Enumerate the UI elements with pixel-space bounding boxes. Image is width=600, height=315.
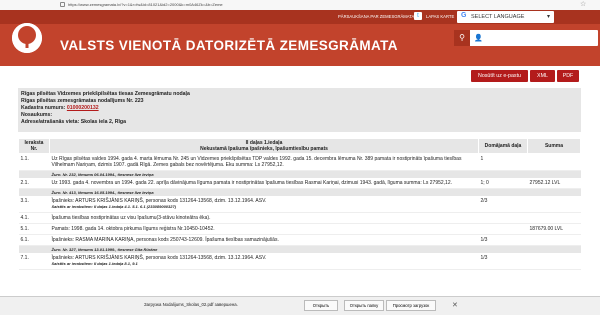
open-folder-button[interactable]: Открыть папку [344,300,384,311]
row-text: Pamats: 1998. gada 14. oktobra pirkuma l… [49,223,479,235]
row-text: Uz 1993. gada 4. novembra un 1994. gada … [49,178,479,189]
name-label: Nosaukums: [21,112,53,118]
row-share: 1; 0 [478,178,528,189]
row-note: Saistīts ar ierakstiem: II daļas 1.iedaļ… [51,204,177,209]
table-row: 7.1. Īpašnieks: ARTURS KRIŠJĀNIS KARIŅŠ, … [18,253,581,270]
star-icon[interactable]: ☆ [580,0,586,8]
row-nr: 3.1. [18,196,50,213]
row-nr: 5.1. [18,223,50,235]
row-sum [527,212,581,224]
cadastre-number-link[interactable]: 01000200132 [67,105,99,111]
row-share [478,212,528,224]
table-row: 6.1. Īpašnieks: RASMA MARINA KARIŅA, pers… [18,234,581,246]
court-name: Rīgas pilsētas Vidzemes priekšpilsētas t… [21,91,190,97]
search-box[interactable]: ⚲ 👤 [454,30,598,46]
table-row: 1.1. Uz Rīgas pilsētas valdes 1994. gada … [18,153,581,171]
tree-logo-icon[interactable] [12,23,42,53]
row-text: Īpašnieks: ARTURS KRIŠJĀNIS KARIŅŠ, pers… [49,253,479,270]
table-row: 4.1. Īpašuma tiesības nostiprinātas uz vi… [18,212,581,224]
site-map-link[interactable]: LAPAS KARTE [426,14,454,19]
column-header-sum: Summa [527,138,581,154]
close-icon[interactable]: ✕ [452,301,458,309]
lock-icon [60,2,65,7]
sub-row-text: Žurn. Nr. 232, lēmums 06.04.1994., tiesn… [49,170,581,178]
row-sum [527,253,581,270]
row-nr: 7.1. [18,253,50,270]
row-nr: 4.1. [18,212,50,224]
row-sum [527,234,581,246]
table-sub-row: Žurn. Nr. 327, lēmums 13.01.1999., tiesn… [18,245,581,253]
column-header-part: II daļas 1.iedaļa Nekustamā īpašuma īpaš… [49,138,479,154]
row-sum: 27952.12 LVL [527,178,581,189]
view-downloads-button[interactable]: Просмотр загрузок [386,300,436,311]
section-number: Rīgas pilsētas zemesgrāmatas nodalījums … [21,98,144,104]
row-sum: 187679.00 LVL [527,223,581,235]
row-text: Uz Rīgas pilsētas valdes 1994. gada 4. m… [49,153,479,171]
site-title: VALSTS VIENOTĀ DATORIZĒTĀ ZEMESGRĀMATA [60,38,398,53]
part-subtitle: Nekustamā īpašuma īpašnieks, īpašumtiesī… [200,146,328,152]
row-share [478,223,528,235]
row-sum [527,153,581,171]
search-icon[interactable]: ⚲ [454,30,470,46]
chevron-down-icon: ▾ [546,14,550,20]
table-row: 3.1. Īpašnieks: ARTURS KRIŠJĀNIS KARIŅŠ, … [18,196,581,213]
row-note: Saistīts ar ierakstiem: II daļas 1.iedaļ… [51,261,138,266]
sub-row-text: Žurn. Nr. 327, lēmums 13.01.1999., tiesn… [49,245,581,253]
pdf-button[interactable]: PDF [557,70,579,82]
sub-row-text: Žurn. Nr. 413, lēmums 16.05.1994., tiesn… [49,188,581,196]
row-sum [527,196,581,213]
top-link[interactable]: PĀRSAUKŠANA PAR ZEMESGRĀMATA.LV [338,14,420,19]
open-button[interactable]: Открыть [304,300,338,311]
property-info-box: Rīgas pilsētas Vidzemes priekšpilsētas t… [18,88,581,132]
google-icon: G [461,12,467,19]
cadastre-label: Kadastra numurs: [21,105,66,111]
row-share: 1/3 [478,234,528,246]
ownership-table: Ieraksta Nr. II daļas 1.iedaļa Nekustamā… [18,138,581,270]
row-share: 1 [478,153,528,171]
xml-button[interactable]: XML [530,70,555,82]
table-sub-row: Žurn. Nr. 413, lēmums 16.05.1994., tiesn… [18,188,581,196]
user-icon[interactable]: 👤 [474,34,483,42]
download-message: Загрузка Nodalijums_Skolas_02.pdf заверш… [144,302,238,307]
address-label: Adrese/atrašanās vieta: Skolas iela 2, R… [21,119,126,125]
url-text[interactable]: https://www.zemesgramata.lv/?v=1&r=fw&id… [68,2,223,7]
row-nr: 1.1. [18,153,50,171]
download-bar: Загрузка Nodalijums_Skolas_02.pdf заверш… [0,296,600,315]
table-row: 5.1. Pamats: 1998. gada 14. oktobra pirku… [18,223,581,235]
language-select[interactable]: G SELECT LANGUAGE ▾ [457,11,554,23]
table-sub-row: Žurn. Nr. 232, lēmums 06.04.1994., tiesn… [18,170,581,178]
row-text: Īpašnieks: ARTURS KRIŠJĀNIS KARIŅŠ, pers… [49,196,479,213]
row-nr: 6.1. [18,234,50,246]
row-text: Īpašnieks: RASMA MARINA KARIŅA, personas… [49,234,479,246]
column-header-share: Domājamā daļa [478,138,528,154]
table-row: 2.1. Uz 1993. gada 4. novembra un 1994. g… [18,178,581,189]
site-header: PĀRSAUKŠANA PAR ZEMESGRĀMATA.LV t LAPAS … [0,10,600,66]
row-nr: 2.1. [18,178,50,189]
row-text: Īpašuma tiesības nostiprinātas uz visu ī… [49,212,479,224]
row-share: 2/3 [478,196,528,213]
twitter-icon[interactable]: t [414,12,422,20]
column-header-nr: Ieraksta Nr. [18,138,50,154]
email-button[interactable]: Nosūtīt uz e-pastu [471,70,528,82]
row-share: 1/3 [478,253,528,270]
table-body: 1.1. Uz Rīgas pilsētas valdes 1994. gada … [18,153,581,270]
